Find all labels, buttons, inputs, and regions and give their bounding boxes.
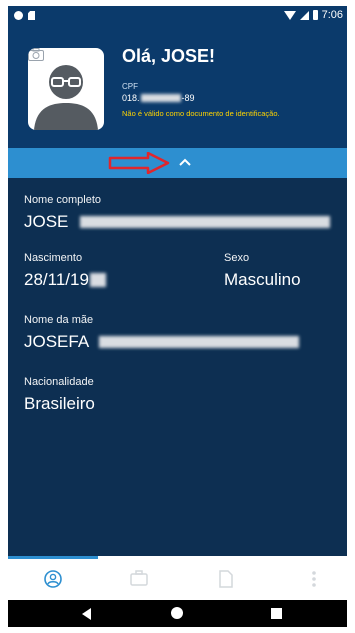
birth-text: 28/11/19 (24, 270, 89, 289)
cpf-label: CPF (122, 82, 138, 91)
annotation-arrow-icon (108, 152, 170, 174)
status-bar: 7:06 (8, 6, 347, 30)
mother-text: JOSEFA (24, 332, 90, 351)
mother-name-redacted (99, 336, 300, 348)
system-nav-bar (8, 600, 347, 627)
cpf-redacted (140, 94, 181, 102)
full-name-redacted (80, 216, 331, 228)
profile-icon[interactable] (44, 570, 62, 588)
chevron-up-icon[interactable] (178, 157, 192, 167)
profile-header: Olá, JOSE! CPF 018. -89 Não é válido com… (8, 30, 347, 148)
briefcase-icon[interactable] (130, 570, 148, 586)
wifi-icon (283, 10, 296, 20)
birth-label: Nascimento (24, 252, 83, 264)
avatar[interactable] (28, 48, 104, 130)
greeting-text: Olá, JOSE! (122, 46, 216, 66)
nav-active-indicator (8, 556, 98, 559)
recents-icon[interactable] (271, 608, 282, 619)
full-name-label: Nome completo (24, 194, 102, 206)
camera-icon[interactable] (28, 48, 44, 61)
sd-card-icon (28, 11, 35, 20)
home-icon[interactable] (171, 607, 183, 619)
cpf-value: 018. -89 (122, 93, 195, 103)
more-icon[interactable] (311, 570, 317, 588)
document-icon[interactable] (219, 570, 233, 588)
bottom-nav (8, 556, 347, 600)
status-right: 7:06 (283, 9, 343, 21)
sex-value: Masculino (224, 270, 301, 289)
birth-value: 28/11/19 (24, 270, 106, 290)
sex-label: Sexo (224, 252, 250, 264)
cpf-prefix: 018. (122, 93, 140, 103)
cpf-suffix: -89 (181, 93, 195, 103)
phone-screen: 7:06 Olá, JOSE! CPF 018. -89 Não é válid… (8, 6, 347, 627)
birth-year-redacted (89, 273, 106, 287)
status-time: 7:06 (321, 9, 343, 21)
battery-icon (312, 10, 318, 20)
full-name-text: JOSE (24, 212, 69, 231)
mother-label: Nome da mãe (24, 314, 94, 326)
cpf-warning: Não é válido como documento de identific… (122, 109, 280, 118)
full-name-value: JOSE (24, 212, 331, 232)
back-icon[interactable] (82, 608, 91, 620)
collapse-bar[interactable] (8, 148, 347, 178)
personal-details: Nome completo JOSE Nascimento 28/11/19 S… (8, 178, 347, 556)
nationality-value: Brasileiro (24, 394, 95, 413)
mother-value: JOSEFA (24, 332, 300, 352)
status-left (14, 11, 35, 20)
signal-icon (299, 10, 309, 20)
nationality-label: Nacionalidade (24, 376, 94, 388)
notification-icon (14, 11, 23, 20)
